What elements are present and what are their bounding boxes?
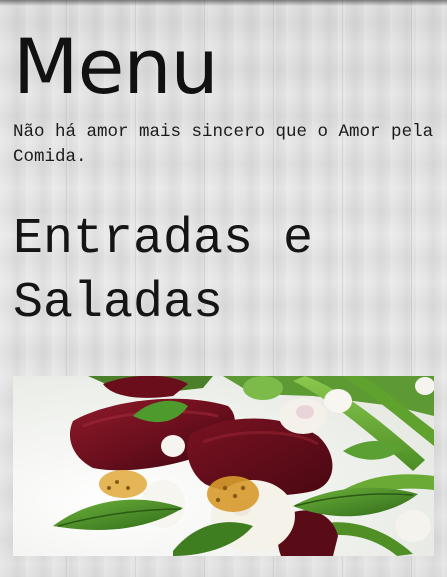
top-shadow (0, 0, 447, 6)
salad-image (13, 376, 434, 556)
salad-photo (13, 376, 434, 556)
page-title: Menu (13, 22, 219, 111)
section-title: Entradas e Saladas (13, 211, 314, 332)
page-tagline: Não há amor mais sincero que o Amor pela… (13, 122, 434, 167)
